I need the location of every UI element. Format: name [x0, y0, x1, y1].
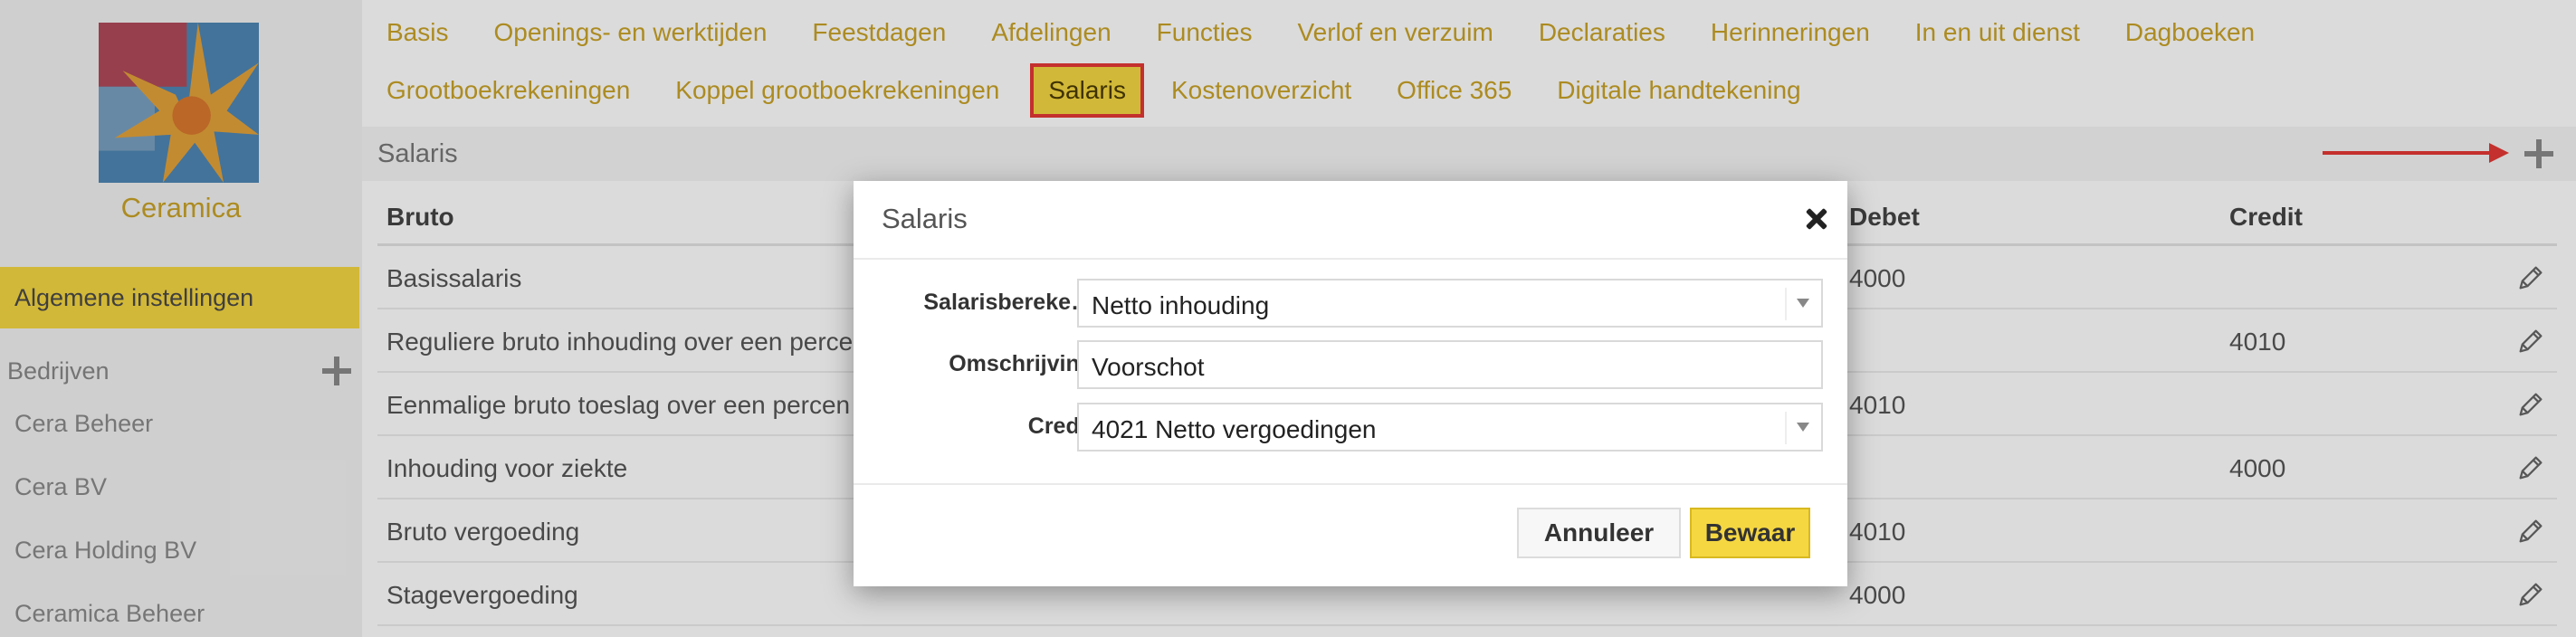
- credit-label: Credit: [1027, 414, 1093, 439]
- omschrijving-input[interactable]: Voorschot: [1077, 340, 1823, 389]
- dialog-title: Salaris: [882, 203, 968, 234]
- cancel-button[interactable]: Annuleer: [1517, 508, 1681, 558]
- close-icon[interactable]: [1806, 208, 1827, 230]
- salarisberekening-select[interactable]: Netto inhouding: [1077, 279, 1823, 328]
- credit-value: 4021 Netto vergoedingen: [1092, 415, 1377, 443]
- form-row-salarisberekening: Salarisbereke… Netto inhouding: [854, 279, 1847, 328]
- form-row-credit: Credit 4021 Netto vergoedingen: [854, 403, 1847, 452]
- credit-select[interactable]: 4021 Netto vergoedingen: [1077, 403, 1823, 452]
- dialog-footer: Annuleer Bewaar: [854, 483, 1847, 586]
- salarisberekening-label: Salarisbereke…: [923, 290, 1093, 315]
- salarisberekening-value: Netto inhouding: [1092, 291, 1270, 319]
- omschrijving-label: Omschrijving: [949, 351, 1093, 376]
- save-button[interactable]: Bewaar: [1690, 508, 1810, 558]
- dialog-header: Salaris: [854, 181, 1847, 260]
- select-divider: [1785, 288, 1787, 320]
- select-divider: [1785, 412, 1787, 444]
- chevron-down-icon[interactable]: [1797, 423, 1809, 432]
- omschrijving-value: Voorschot: [1092, 353, 1205, 381]
- chevron-down-icon[interactable]: [1797, 299, 1809, 308]
- salary-dialog: Salaris Salarisbereke… Netto inhouding O…: [854, 181, 1847, 586]
- form-row-omschrijving: Omschrijving Voorschot: [854, 340, 1847, 389]
